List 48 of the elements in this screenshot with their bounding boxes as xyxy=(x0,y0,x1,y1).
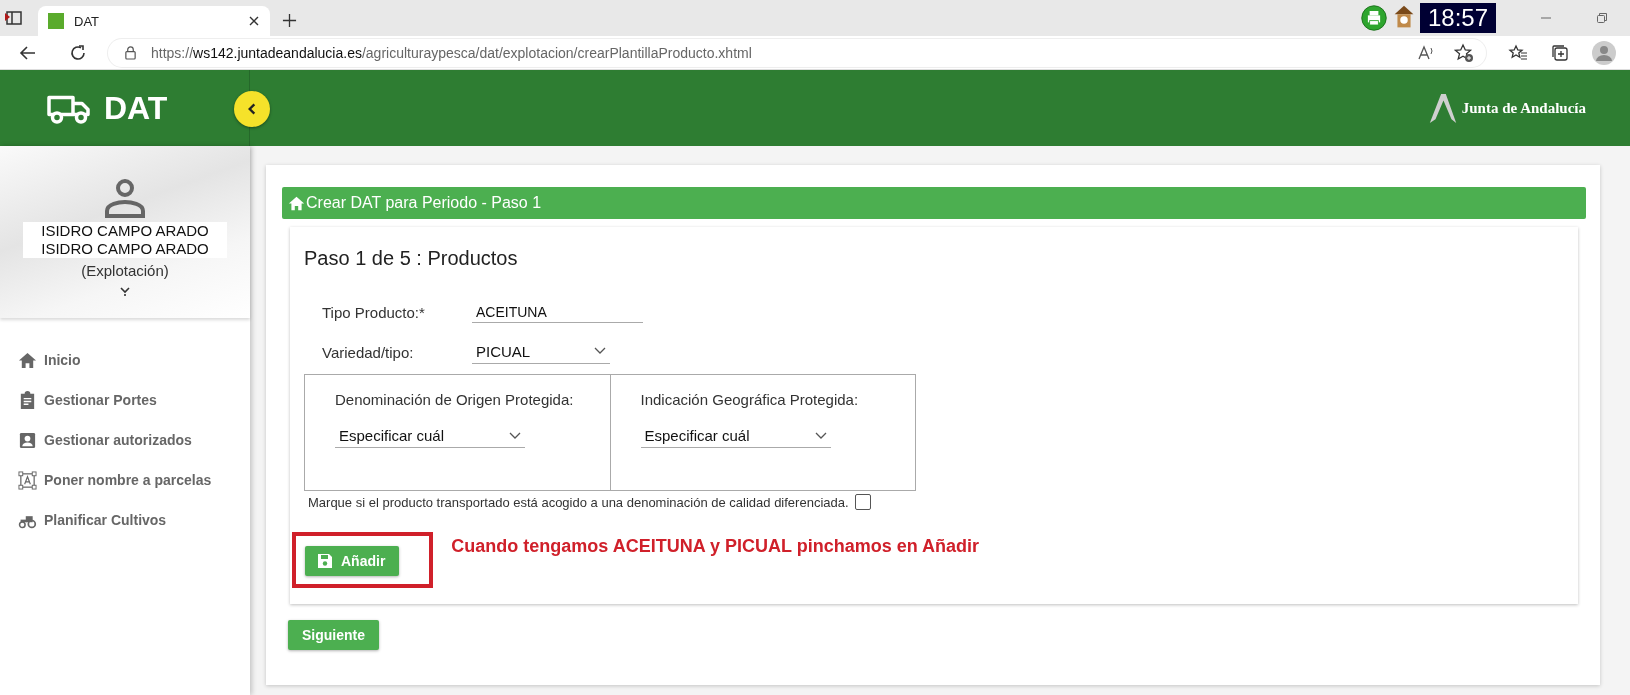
new-tab-icon[interactable] xyxy=(282,13,297,28)
sidebar-item[interactable]: Planificar Cultivos xyxy=(18,500,250,540)
chevron-down-icon xyxy=(594,347,606,355)
add-favorite-icon[interactable] xyxy=(1454,42,1474,63)
checkbox-label: Marque si el producto transportado está acogido a una denominación de calidad diferenciada. xyxy=(308,494,849,510)
printer-icon[interactable] xyxy=(1359,3,1388,33)
chevron-down-icon xyxy=(509,431,521,440)
field-label: Denominación de Origen Protegida: xyxy=(335,391,574,408)
text-frame-icon xyxy=(18,470,37,490)
save-icon xyxy=(317,553,333,569)
user-name: ISIDRO CAMPO ARADO xyxy=(41,222,209,240)
field-label: Indicación Geográfica Protegida: xyxy=(640,391,859,408)
chevron-down-icon[interactable] xyxy=(119,285,131,297)
sidebar-item[interactable]: Gestionar Portes xyxy=(18,380,250,420)
quality-dropdown[interactable]: Especificar cuál xyxy=(640,425,831,448)
junta-logo-icon xyxy=(1427,92,1458,124)
collapse-sidebar-button[interactable] xyxy=(234,91,270,127)
sidebar-toggle-icon[interactable] xyxy=(4,8,24,28)
profile-avatar-icon[interactable] xyxy=(1592,40,1616,65)
quality-dropdown[interactable]: Especificar cuál xyxy=(335,425,525,448)
quality-checkbox[interactable] xyxy=(854,494,871,510)
address-field[interactable]: https://ws142.juntadeandalucia.es/agriculturaypesca/dat/explotacion/crearPlantillaProducto.xhtml xyxy=(108,38,1486,67)
field-label: Tipo Producto:* xyxy=(322,303,426,321)
person-card-icon xyxy=(18,430,37,450)
home-icon xyxy=(18,350,37,370)
user-role: (Explotación) xyxy=(81,262,169,279)
clipboard-icon xyxy=(18,390,37,410)
collections-icon[interactable] xyxy=(1550,42,1570,63)
sidebar-item[interactable]: Inicio xyxy=(18,340,250,380)
favicon-icon xyxy=(48,13,64,29)
sidebar-item[interactable]: Poner nombre a parcelas xyxy=(18,460,250,500)
browser-tab[interactable]: DAT xyxy=(38,6,270,36)
step-heading: Paso 1 de 5 : Productos xyxy=(304,247,519,270)
user-name: ISIDRO CAMPO ARADO xyxy=(41,240,209,258)
chevron-down-icon xyxy=(814,431,827,440)
field-label: Variedad/tipo: xyxy=(322,343,415,361)
restore-icon[interactable] xyxy=(1596,12,1608,24)
clock-display: 18:57 xyxy=(1419,3,1496,33)
panel-title: Crear DAT para Periodo - Paso 1 xyxy=(306,194,542,212)
variety-dropdown[interactable]: PICUAL xyxy=(472,340,610,364)
sidebar-item[interactable]: Gestionar autorizados xyxy=(18,420,250,460)
brand-name: Junta de Andalucía xyxy=(1461,99,1586,117)
app-name: DAT xyxy=(104,89,168,127)
close-icon[interactable] xyxy=(248,15,260,27)
annotation-text: Cuando tengamos ACEITUNA y PICUAL pinchamos en Añadir xyxy=(451,536,980,557)
reload-icon[interactable] xyxy=(68,42,88,63)
lock-icon xyxy=(124,45,137,60)
home-icon xyxy=(288,194,305,212)
